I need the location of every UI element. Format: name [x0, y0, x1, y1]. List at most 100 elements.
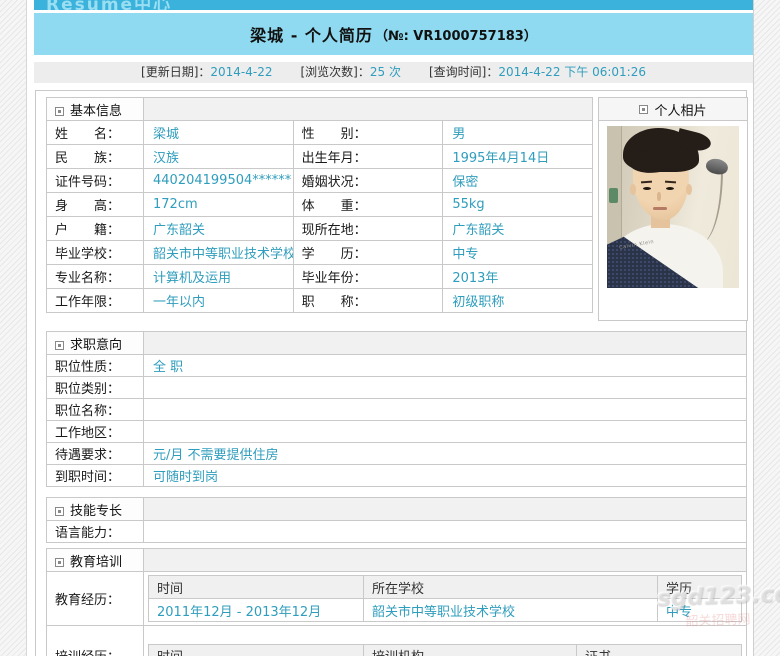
view-count-group: [浏览次数]：25 次 [301, 65, 401, 79]
section-header-basic: 基本信息 [47, 98, 593, 121]
training-history-cell: 时间 培训机构 证书 [144, 626, 747, 656]
table-row: 职位名称： [47, 399, 747, 421]
page-title: 梁城 - 个人简历 [250, 22, 373, 46]
field-value: 55kg [443, 193, 593, 217]
field-value: 广东韶关 [144, 217, 294, 241]
photo-person-ear [686, 184, 692, 195]
field-value: 1995年4月14日 [443, 145, 593, 169]
profile-photo: Calvin Klein [607, 126, 739, 288]
education-history-cell: 时间 所在学校 学历 2011年12月 - 2013年12月 韶关市中等职业技术… [144, 572, 747, 626]
field-label: 语言能力： [47, 521, 144, 543]
meta-bar: [更新日期]：2014-4-22[浏览次数]：25 次[查询时间]：2014-4… [34, 62, 753, 83]
view-count-value: 25 次 [370, 65, 401, 79]
field-value: 中专 [443, 241, 593, 265]
field-label: 工作地区： [47, 421, 144, 443]
section-header-education: 教育培训 [47, 549, 747, 572]
field-label: 身 高： [47, 193, 144, 217]
section-header-fill [144, 332, 747, 355]
table-row: 专业名称： 计算机及运用 毕业年份： 2013年 [47, 265, 593, 289]
field-value: 广东韶关 [443, 217, 593, 241]
table-row: 户 籍： 广东韶关 现所在地： 广东韶关 [47, 217, 593, 241]
field-label: 户 籍： [47, 217, 144, 241]
field-label: 民 族： [47, 145, 144, 169]
query-time-value: 2014-4-22 下午 06:01:26 [498, 65, 646, 79]
table-row: 职位性质： 全 职 [47, 355, 747, 377]
resume-title-bar: 梁城 - 个人简历 （№: VR1000757183） [34, 13, 753, 55]
section-header-fill [144, 549, 747, 572]
toggle-dot [642, 108, 645, 111]
education-history-row: 教育经历： 时间 所在学校 学历 2011年12月 - 2013年12月 韶关市… [47, 572, 747, 626]
section-title-cell: 教育培训 [47, 549, 144, 572]
table-row: 证件号码： 440204199504****** 婚姻状况： 保密 [47, 169, 593, 193]
photo-person-nose [657, 192, 661, 201]
toggle-dot [58, 110, 61, 113]
table-row: 工作年限： 一年以内 职 称： 初级职称 [47, 289, 593, 313]
photo-person-ear [630, 184, 636, 195]
column-header: 所在学校 [364, 576, 658, 599]
field-label: 性 别： [293, 121, 443, 145]
field-label: 现所在地： [293, 217, 443, 241]
photo-person-mouth [653, 207, 667, 210]
education-school: 韶关市中等职业技术学校 [364, 599, 658, 622]
section-header-fill [144, 498, 747, 521]
photo-panel-title: 个人相片 [654, 100, 706, 119]
field-label: 专业名称： [47, 265, 144, 289]
query-time-group: [查询时间]：2014-4-22 下午 06:01:26 [429, 65, 646, 79]
field-label: 职位名称： [47, 399, 144, 421]
section-toggle-icon[interactable] [55, 558, 64, 567]
table-row: 毕业学校： 韶关市中等职业技术学校 学 历： 中专 [47, 241, 593, 265]
resume-body: 基本信息 姓 名： 梁城 性 别： 男 民 族： 汉族 出生年月： 1995年4… [35, 90, 747, 656]
field-label: 体 重： [293, 193, 443, 217]
section-toggle-icon[interactable] [55, 341, 64, 350]
update-date-value: 2014-4-22 [210, 65, 272, 79]
section-title: 基本信息 [70, 104, 122, 119]
section-title: 教育培训 [70, 555, 122, 570]
field-label: 毕业年份： [293, 265, 443, 289]
section-title: 求职意向 [70, 338, 122, 353]
section-title-cell: 求职意向 [47, 332, 144, 355]
field-value: 汉族 [144, 145, 294, 169]
section-toggle-icon[interactable] [55, 107, 64, 116]
field-value: 2013年 [443, 265, 593, 289]
column-header: 时间 [149, 644, 364, 656]
field-label: 待遇要求： [47, 443, 144, 465]
photo-wall-object [609, 188, 618, 203]
view-count-label: [浏览次数]： [301, 65, 370, 79]
field-value: 可随时到岗 [144, 465, 747, 487]
field-label: 证件号码： [47, 169, 144, 193]
field-label: 职 称： [293, 289, 443, 313]
field-value: 计算机及运用 [144, 265, 294, 289]
field-label: 到职时间： [47, 465, 144, 487]
section-header-skills: 技能专长 [47, 498, 747, 521]
section-title-cell: 基本信息 [47, 98, 144, 121]
update-date-group: [更新日期]：2014-4-22 [141, 65, 272, 79]
toggle-dot [58, 344, 61, 347]
field-value [144, 377, 747, 399]
job-intention-table: 求职意向 职位性质： 全 职 职位类别： 职位名称： 工作地区： [46, 331, 747, 487]
field-label: 婚姻状况： [293, 169, 443, 193]
field-label: 教育经历： [47, 572, 144, 626]
field-value: 172cm [144, 193, 294, 217]
section-toggle-icon[interactable] [55, 507, 64, 516]
section-toggle-icon[interactable] [639, 105, 648, 114]
table-row: 待遇要求： 元/月 不需要提供住房 [47, 443, 747, 465]
education-table: 教育培训 教育经历： 时间 所在学校 学历 2011年1 [46, 548, 747, 656]
query-time-label: [查询时间]： [429, 65, 498, 79]
table-row: 姓 名： 梁城 性 别： 男 [47, 121, 593, 145]
field-label: 毕业学校： [47, 241, 144, 265]
basic-info-table: 基本信息 姓 名： 梁城 性 别： 男 民 族： 汉族 出生年月： 1995年4… [46, 97, 593, 313]
column-header: 学历 [658, 576, 742, 599]
field-value: 保密 [443, 169, 593, 193]
training-history-inner-table: 时间 培训机构 证书 [148, 644, 742, 656]
field-value: 韶关市中等职业技术学校 [144, 241, 294, 265]
education-degree: 中专 [658, 599, 742, 622]
skills-table: 技能专长 语言能力： [46, 497, 747, 543]
table-row: 工作地区： [47, 421, 747, 443]
table-row: 民 族： 汉族 出生年月： 1995年4月14日 [47, 145, 593, 169]
field-value: 梁城 [144, 121, 294, 145]
field-label: 职位类别： [47, 377, 144, 399]
field-value [144, 421, 747, 443]
column-header: 证书 [577, 644, 742, 656]
table-row: 到职时间： 可随时到岗 [47, 465, 747, 487]
photo-person-eye [666, 187, 674, 190]
